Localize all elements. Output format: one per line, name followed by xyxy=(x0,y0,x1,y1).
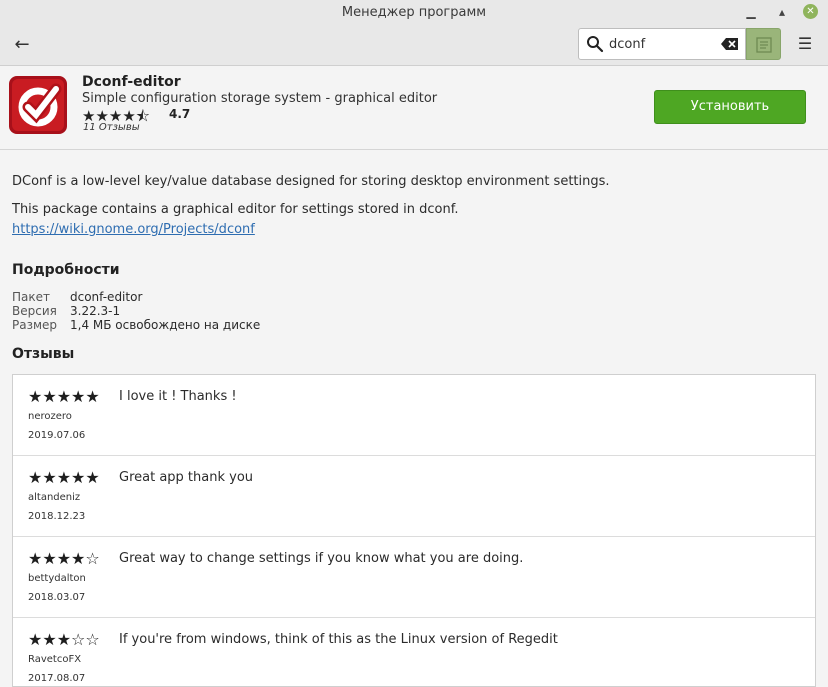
review-date: 2018.03.07 xyxy=(28,592,86,603)
app-review-count: 11 Отзывы xyxy=(83,122,140,133)
review-item: ★★★★★ Great app thank you altandeniz 201… xyxy=(13,456,815,537)
review-text: Great way to change settings if you know… xyxy=(119,551,524,566)
software-manager-window: Менеджер программ ▁ ▴ ✕ ← dconf ☰ Dconf-… xyxy=(0,0,828,687)
review-text: If you're from windows, think of this as… xyxy=(119,632,558,647)
app-rating-value: 4.7 xyxy=(169,107,191,121)
reviews-heading: Отзывы xyxy=(12,346,75,362)
review-date: 2018.12.23 xyxy=(28,511,86,522)
window-title: Менеджер программ xyxy=(341,5,487,20)
review-author: altandeniz xyxy=(28,492,81,503)
homepage-link[interactable]: https://wiki.gnome.org/Projects/dconf xyxy=(12,222,255,237)
detail-value: 3.22.3-1 xyxy=(70,304,121,318)
review-text: I love it ! Thanks ! xyxy=(119,389,237,404)
review-author: bettydalton xyxy=(28,573,86,584)
dconf-editor-app-icon xyxy=(9,76,67,134)
review-stars: ★★★☆☆ xyxy=(28,630,100,649)
menu-button[interactable]: ☰ xyxy=(794,33,816,55)
install-button[interactable]: Установить xyxy=(654,90,806,124)
description-paragraph-2: This package contains a graphical editor… xyxy=(12,202,459,217)
search-field[interactable]: dconf xyxy=(578,28,746,60)
review-stars: ★★★★☆ xyxy=(28,549,100,568)
app-header: Dconf-editor Simple configuration storag… xyxy=(0,66,828,150)
review-date: 2019.07.06 xyxy=(28,430,86,441)
back-button[interactable]: ← xyxy=(10,33,34,57)
review-author: nerozero xyxy=(28,411,72,422)
header-bar: ← dconf ☰ xyxy=(0,25,828,66)
description-paragraph-1: DConf is a low-level key/value database … xyxy=(12,174,610,189)
detail-key: Размер xyxy=(12,318,58,332)
reviews-list[interactable]: ★★★★★ I love it ! Thanks ! nerozero 2019… xyxy=(12,374,816,687)
clear-search-icon[interactable] xyxy=(721,37,739,51)
title-bar: Менеджер программ ▁ ▴ ✕ xyxy=(0,0,828,25)
detail-value: 1,4 МБ освобождено на диске xyxy=(70,318,261,332)
hamburger-icon: ☰ xyxy=(797,34,813,53)
search-icon xyxy=(587,36,604,53)
minimize-icon[interactable]: ▁ xyxy=(743,4,759,20)
details-heading: Подробности xyxy=(12,262,120,278)
installed-filter-button[interactable] xyxy=(746,28,781,60)
app-summary: Simple configuration storage system - gr… xyxy=(82,91,438,106)
arrow-left-icon: ← xyxy=(14,34,30,55)
review-stars: ★★★★★ xyxy=(28,387,100,406)
review-text: Great app thank you xyxy=(119,470,254,485)
detail-key: Пакет xyxy=(12,290,50,304)
review-stars: ★★★★★ xyxy=(28,468,100,487)
detail-value: dconf-editor xyxy=(70,290,143,304)
review-author: RavetcoFX xyxy=(28,654,82,665)
app-name: Dconf-editor xyxy=(82,74,181,90)
maximize-icon[interactable]: ▴ xyxy=(774,4,790,20)
detail-key: Версия xyxy=(12,304,57,318)
close-icon[interactable]: ✕ xyxy=(803,4,818,19)
review-item: ★★★★★ I love it ! Thanks ! nerozero 2019… xyxy=(13,375,815,456)
review-date: 2017.08.07 xyxy=(28,673,86,684)
search-input[interactable]: dconf xyxy=(609,37,645,52)
review-item: ★★★★☆ Great way to change settings if yo… xyxy=(13,537,815,618)
list-icon xyxy=(756,37,772,53)
review-item: ★★★☆☆ If you're from windows, think of t… xyxy=(13,618,815,686)
